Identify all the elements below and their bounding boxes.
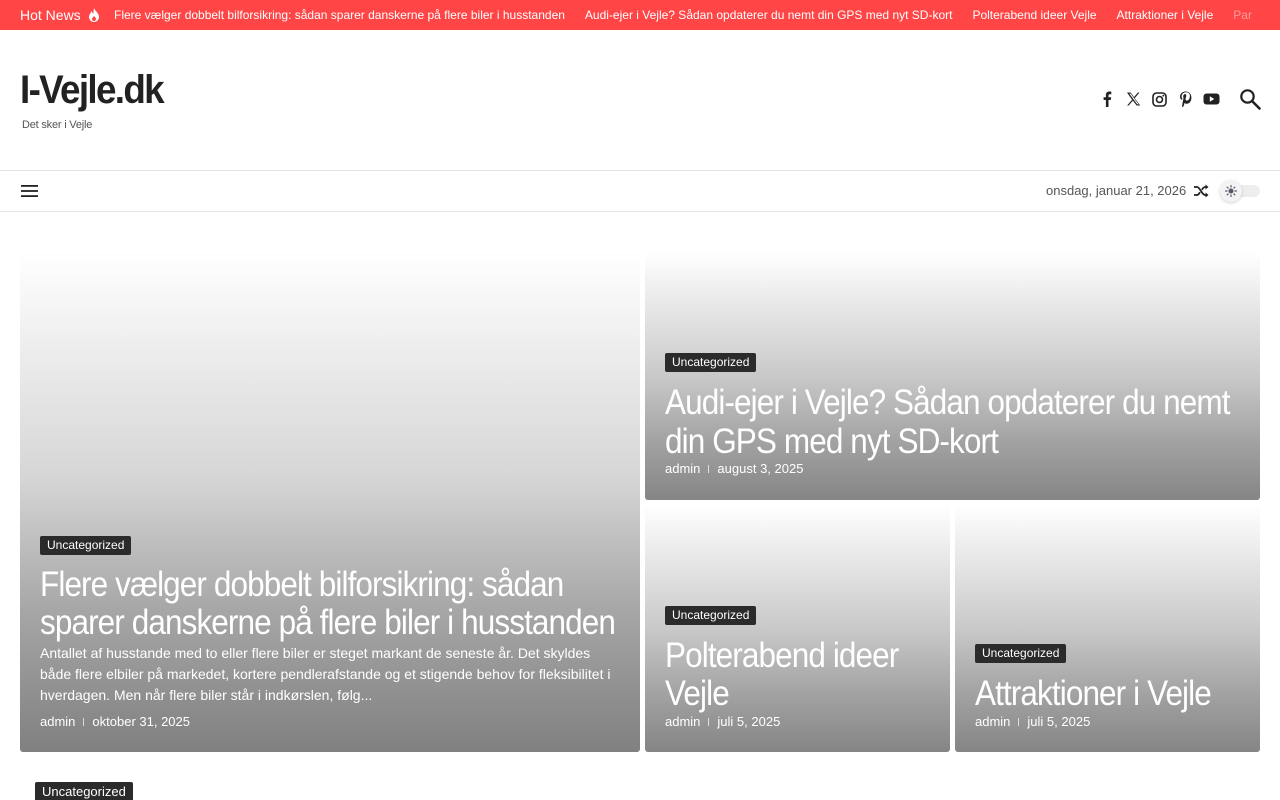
featured-post-card[interactable]: Uncategorized Audi-ejer i Vejle? Sådan o… [645,252,1260,500]
post-author[interactable]: admin [40,714,75,729]
shuffle-icon[interactable] [1192,182,1210,200]
news-ticker: Flere vælger dobbelt bilforsikring: såda… [114,8,1272,22]
post-date: oktober 31, 2025 [92,714,190,729]
hot-news-bar: Hot News Flere vælger dobbelt bilforsikr… [0,0,1280,30]
category-badge[interactable]: Uncategorized [665,606,757,625]
post-meta: admin oktober 31, 2025 [40,714,190,729]
facebook-icon[interactable] [1098,90,1116,108]
current-date: onsdag, januar 21, 2026 [1046,183,1187,198]
sun-icon [1225,185,1237,197]
category-badge[interactable]: Uncategorized [35,782,133,800]
featured-post-card[interactable]: Uncategorized Flere vælger dobbelt bilfo… [20,252,640,752]
site-logo[interactable]: I-Vejle.dk [20,68,165,113]
post-meta: admin juli 5, 2025 [975,714,1090,729]
x-twitter-icon[interactable] [1124,90,1142,108]
post-excerpt: Antallet af husstande med to eller flere… [40,645,611,703]
post-author[interactable]: admin [975,714,1010,729]
social-links [1098,90,1220,108]
flame-icon [89,8,99,22]
toggle-knob [1220,180,1242,202]
featured-post-card[interactable]: Uncategorized Attraktioner i Vejle admin… [955,505,1260,752]
post-date: juli 5, 2025 [717,714,781,729]
post-meta: admin august 3, 2025 [665,461,803,476]
site-tagline: Det sker i Vejle [22,119,93,131]
post-date: juli 5, 2025 [1027,714,1091,729]
ticker-item[interactable]: Par [1233,8,1252,22]
ticker-item[interactable]: Attraktioner i Vejle [1117,8,1214,22]
meta-separator [708,464,710,473]
instagram-icon[interactable] [1150,90,1168,108]
meta-separator [1018,717,1020,726]
hamburger-menu-icon[interactable] [20,183,40,199]
ticker-item[interactable]: Polterabend ideer Vejle [972,8,1096,22]
meta-separator [708,717,710,726]
header-divider [0,170,1280,171]
ticker-item[interactable]: Flere vælger dobbelt bilforsikring: såda… [114,8,565,22]
post-meta: admin juli 5, 2025 [665,714,780,729]
dark-mode-toggle[interactable] [1220,180,1260,202]
category-badge[interactable]: Uncategorized [665,353,757,372]
nav-divider [0,211,1280,212]
category-badge[interactable]: Uncategorized [40,536,132,555]
post-title[interactable]: Polterabend ideer Vejle [665,637,926,713]
post-author[interactable]: admin [665,714,700,729]
pinterest-icon[interactable] [1176,90,1194,108]
post-date: august 3, 2025 [717,461,804,476]
post-title[interactable]: Flere vælger dobbelt bilforsikring: såda… [40,566,616,642]
post-title[interactable]: Audi-ejer i Vejle? Sådan opdaterer du ne… [665,383,1232,461]
ticker-item[interactable]: Audi-ejer i Vejle? Sådan opdaterer du ne… [585,8,953,22]
meta-separator [83,717,85,726]
featured-post-card[interactable]: Uncategorized Polterabend ideer Vejle ad… [645,505,950,752]
category-badge[interactable]: Uncategorized [975,644,1067,663]
post-title[interactable]: Attraktioner i Vejle [975,675,1245,713]
search-icon[interactable] [1239,88,1261,110]
hot-news-label: Hot News [20,7,81,23]
youtube-icon[interactable] [1202,90,1220,108]
post-author[interactable]: admin [665,461,700,476]
